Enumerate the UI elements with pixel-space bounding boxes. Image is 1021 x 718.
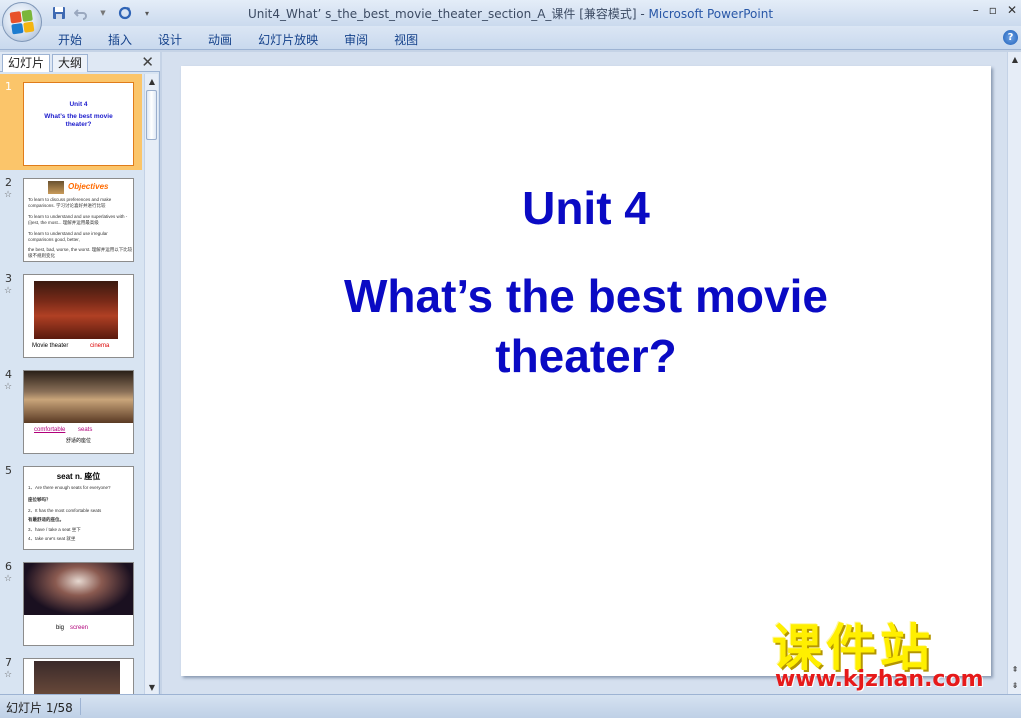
maximize-button[interactable]: ▫	[989, 3, 997, 17]
slide-title[interactable]: Unit 4	[181, 181, 991, 235]
slide-canvas[interactable]: Unit 4 What’s the best movie theater?	[181, 66, 991, 676]
thumb-caption: cinema	[90, 343, 110, 349]
thumbnail-canvas: Objectives To learn to discuss preferenc…	[23, 178, 134, 262]
thumb-line: 3、have / take a seat 坐下	[28, 527, 81, 532]
scroll-down-icon[interactable]: ▼	[145, 680, 159, 694]
close-pane-icon[interactable]: ✕	[141, 53, 154, 71]
thumb-caption: 舒适的座位	[66, 438, 92, 444]
animation-star-icon: ☆	[4, 190, 13, 200]
thumb-line: 4、take one's seat 就坐	[28, 536, 76, 541]
thumbnail-canvas	[23, 658, 134, 694]
scroll-up-icon[interactable]: ▲	[145, 74, 159, 88]
office-button[interactable]	[2, 2, 42, 42]
thumb-line: 1、Are there enough seats for everyone?	[28, 485, 111, 490]
status-divider	[80, 698, 81, 715]
watermark-url: www.kjzhan.com	[775, 667, 984, 692]
pane-tabs: 幻灯片 大纲 ✕	[0, 52, 160, 72]
thumbnail-canvas: seat n. 座位 1、Are there enough seats for …	[23, 466, 134, 550]
animation-star-icon: ☆	[4, 382, 13, 392]
slide-editor: Unit 4 What’s the best movie theater? ▲ …	[162, 52, 1021, 694]
slide-number: 5	[5, 464, 12, 477]
tab-slides[interactable]: 幻灯片	[2, 54, 51, 72]
thumb-line: 座位够吗？	[28, 497, 51, 502]
thumb-line: the best, bad, worse, the worst. 理解并运用以下…	[28, 247, 133, 258]
slide-number: 3	[5, 272, 12, 285]
animation-star-icon: ☆	[4, 574, 13, 584]
minimize-button[interactable]: –	[973, 3, 979, 17]
thumbnail-canvas: comfortable seats 舒适的座位	[23, 370, 134, 454]
slide-subtitle-line2[interactable]: theater?	[181, 329, 991, 383]
thumb-title: Unit 4	[69, 101, 88, 108]
thumb-heading: Objectives	[68, 182, 109, 191]
thumbnails-scrollbar[interactable]: ▲ ▼	[144, 74, 158, 694]
objectives-photo	[48, 181, 64, 194]
slide-scrollbar[interactable]: ▲ ⇞ ⇟	[1007, 52, 1021, 694]
screen-photo	[24, 563, 133, 615]
ribbon-tabs: 开始 插入 设计 动画 幻灯片放映 审阅 视图	[58, 31, 444, 48]
animation-star-icon: ☆	[4, 286, 13, 296]
office-logo-icon	[9, 9, 35, 35]
scroll-up-icon[interactable]: ▲	[1008, 52, 1021, 66]
tab-home[interactable]: 开始	[58, 31, 82, 48]
tab-animations[interactable]: 动画	[208, 31, 232, 48]
thumb-line: To learn to discuss preferences and make…	[28, 197, 112, 208]
theater-photo	[34, 281, 118, 339]
thumb-caption: seats	[78, 427, 93, 433]
slide-subtitle-line1[interactable]: What’s the best movie	[181, 269, 991, 323]
slide-thumbnail-5[interactable]: 5 seat n. 座位 1、Are there enough seats fo…	[0, 458, 142, 554]
title-bar: ▼ ▾ Unit4_What’ s_the_best_movie_theater…	[0, 0, 1021, 26]
help-icon: ?	[1007, 32, 1014, 43]
slide-thumbnail-3[interactable]: 3 ☆ Movie theater cinema	[0, 266, 142, 362]
tab-design[interactable]: 设计	[158, 31, 182, 48]
tab-insert[interactable]: 插入	[108, 31, 132, 48]
thumbnail-canvas: big screen	[23, 562, 134, 646]
slide-thumbnail-6[interactable]: 6 ☆ big screen	[0, 554, 142, 650]
window-title: Unit4_What’ s_the_best_movie_theater_sec…	[0, 5, 1021, 22]
thumb-caption: big	[56, 625, 65, 631]
app-name: Microsoft PowerPoint	[648, 7, 774, 21]
animation-star-icon: ☆	[4, 670, 13, 680]
slide-number: 1	[5, 80, 12, 93]
status-bar: 幻灯片 1/58	[0, 694, 1021, 718]
slide-thumbnail-2[interactable]: 2 ☆ Objectives To learn to discuss prefe…	[0, 170, 142, 266]
people-photo	[34, 661, 120, 694]
tab-view[interactable]: 视图	[394, 31, 418, 48]
slide-number: 6	[5, 560, 12, 573]
tab-review[interactable]: 审阅	[344, 31, 368, 48]
thumb-line: To learn to understand and use superlati…	[28, 214, 128, 225]
window-controls: – ▫ ✕	[973, 3, 1017, 17]
slides-pane: 幻灯片 大纲 ✕ 1 Unit 4 What’s the best movie …	[0, 52, 160, 694]
thumb-heading: seat n. 座位	[56, 472, 101, 481]
slide-number: 7	[5, 656, 12, 669]
document-title: Unit4_What’ s_the_best_movie_theater_sec…	[247, 7, 649, 21]
thumb-caption: screen	[70, 625, 89, 631]
thumb-line: 有最舒适的座位。	[28, 517, 64, 522]
thumb-caption: Movie theater	[32, 343, 69, 349]
previous-slide-icon[interactable]: ⇞	[1008, 662, 1021, 676]
ribbon: 开始 插入 设计 动画 幻灯片放映 审阅 视图 ?	[0, 26, 1021, 50]
slide-thumbnail-4[interactable]: 4 ☆ comfortable seats 舒适的座位	[0, 362, 142, 458]
slide-thumbnails: 1 Unit 4 What’s the best movie theater? …	[0, 74, 142, 694]
tab-outline[interactable]: 大纲	[52, 54, 89, 72]
thumbnail-canvas: Unit 4 What’s the best movie theater?	[23, 82, 134, 166]
thumb-line: 2、It has the most comfortable seats	[28, 508, 102, 513]
slide-thumbnail-1[interactable]: 1 Unit 4 What’s the best movie theater?	[0, 74, 142, 170]
slide-counter: 幻灯片 1/58	[6, 701, 73, 715]
thumbnail-canvas: Movie theater cinema	[23, 274, 134, 358]
seats-photo	[24, 371, 133, 423]
slide-number: 2	[5, 176, 12, 189]
thumb-subtitle: What’s the best movie theater?	[44, 113, 113, 128]
help-button[interactable]: ?	[1003, 30, 1018, 45]
next-slide-icon[interactable]: ⇟	[1008, 678, 1021, 692]
tab-slideshow[interactable]: 幻灯片放映	[258, 31, 318, 48]
scroll-thumb[interactable]	[146, 90, 157, 140]
close-button[interactable]: ✕	[1007, 3, 1017, 17]
slide-thumbnail-7[interactable]: 7 ☆	[0, 650, 142, 694]
thumb-caption: comfortable	[34, 427, 66, 433]
slide-number: 4	[5, 368, 12, 381]
thumb-line: To learn to understand and use irregular…	[28, 231, 108, 242]
